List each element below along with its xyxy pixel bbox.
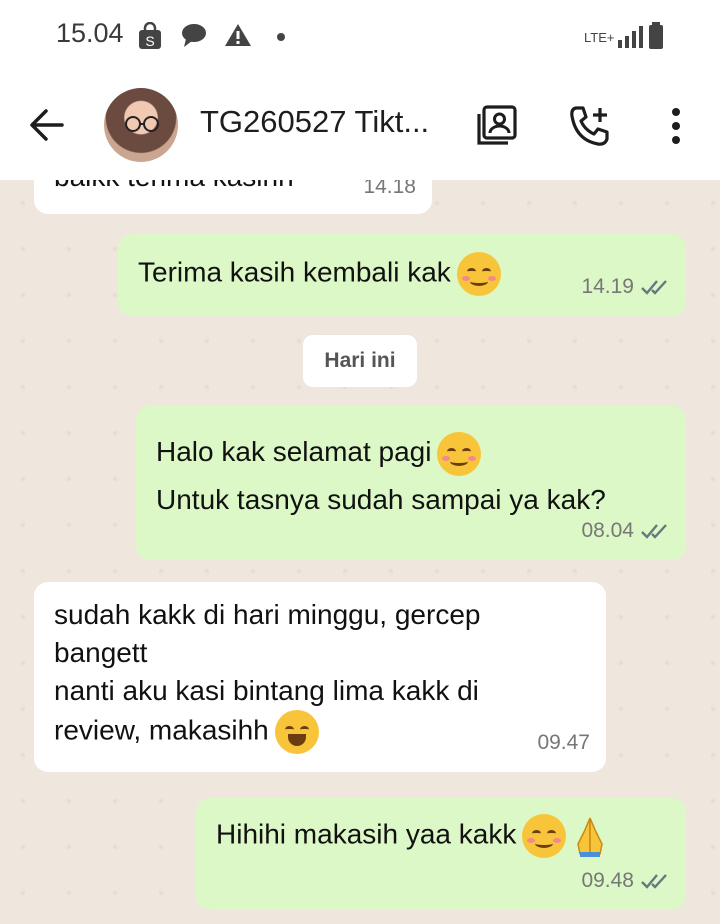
message-content: Terima kasih kembali kak <box>138 252 501 296</box>
message-content: Hihihi makasih yaa kakk <box>216 814 610 858</box>
message-bubble-outgoing[interactable]: Halo kak selamat pagi Untuk tasnya sudah… <box>136 406 686 560</box>
laughing-emoji-icon <box>274 710 319 754</box>
chat-area[interactable]: baikk terima kasihh 14.18 Terima kasih k… <box>0 180 720 924</box>
message-meta: 09.47 <box>537 724 590 762</box>
message-time: 09.48 <box>581 869 634 892</box>
double-check-icon <box>641 524 667 539</box>
add-call-icon[interactable] <box>568 104 612 148</box>
message-bubble-outgoing[interactable]: Terima kasih kembali kak 14.19 <box>118 234 686 316</box>
svg-text:S: S <box>145 33 154 49</box>
contact-card-icon[interactable] <box>476 104 518 146</box>
smiling-emoji-icon <box>437 431 482 476</box>
message-text: sudah kakk di hari minggu, gercep banget… <box>54 599 481 746</box>
double-check-icon <box>641 874 667 889</box>
message-bubble-incoming[interactable]: sudah kakk di hari minggu, gercep banget… <box>34 582 606 772</box>
avatar[interactable] <box>104 88 178 162</box>
message-time: 08.04 <box>581 519 634 542</box>
message-text: Terima kasih kembali kak <box>138 256 451 288</box>
chat-header: TG260527 Tikt... <box>0 74 720 180</box>
message-content: Halo kak selamat pagi Untuk tasnya sudah… <box>156 428 606 524</box>
date-divider: Hari ini <box>303 335 417 387</box>
message-time: 14.19 <box>581 275 634 298</box>
message-meta: 14.19 <box>581 268 670 306</box>
message-bubble-outgoing[interactable]: Hihihi makasih yaa kakk 09.48 <box>196 798 686 910</box>
message-text: Untuk tasnya sudah sampai ya kak? <box>156 484 606 515</box>
message-text: Halo kak selamat pagi <box>156 436 432 467</box>
shopping-bag-icon: S <box>139 22 161 49</box>
battery-icon <box>649 22 663 49</box>
message-time: 14.18 <box>363 180 416 198</box>
chat-bubble-icon <box>182 24 206 47</box>
message-bubble-incoming[interactable]: baikk terima kasihh 14.18 <box>34 180 432 214</box>
warning-icon <box>225 24 251 46</box>
smiling-emoji-icon <box>456 252 501 296</box>
message-meta: 08.04 <box>581 512 670 550</box>
more-options-icon[interactable] <box>664 104 688 148</box>
message-meta: 09.48 <box>581 862 670 900</box>
message-meta: 14.18 <box>363 180 416 206</box>
dot-icon <box>277 33 285 41</box>
praying-hands-emoji-icon <box>577 817 604 857</box>
message-content: sudah kakk di hari minggu, gercep banget… <box>54 596 480 754</box>
network-type: LTE+ <box>584 30 615 45</box>
status-bar: 15.04 S LTE+ <box>0 0 720 74</box>
status-time: 15.04 <box>56 18 124 48</box>
message-text: baikk terima kasihh <box>54 180 294 196</box>
smiling-emoji-icon <box>522 814 567 858</box>
contact-name[interactable]: TG260527 Tikt... <box>200 104 450 140</box>
avatar-glasses-icon <box>125 116 159 132</box>
message-text: Hihihi makasih yaa kakk <box>216 818 517 850</box>
double-check-icon <box>641 280 667 295</box>
signal-icon <box>618 26 643 48</box>
back-arrow-icon[interactable] <box>28 106 66 144</box>
message-time: 09.47 <box>537 731 590 754</box>
